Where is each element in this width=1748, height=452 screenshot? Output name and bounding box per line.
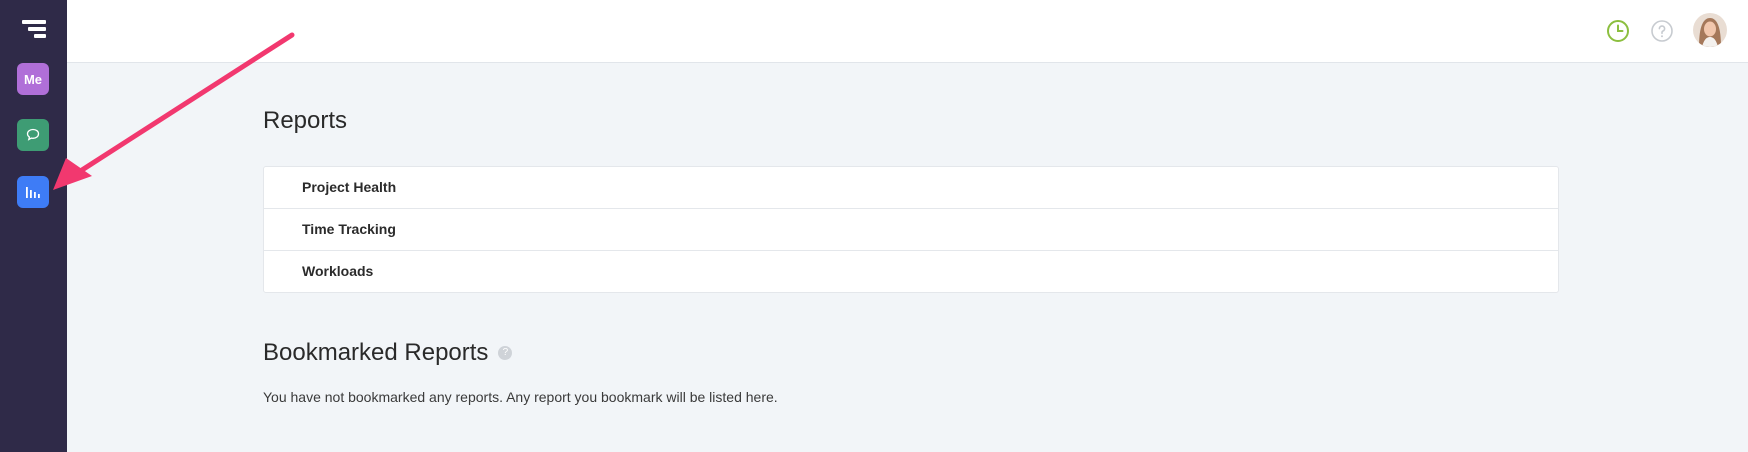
sidebar: Me [0,0,67,452]
chat-icon [26,128,40,141]
me-label: Me [23,71,43,87]
sidebar-item-reports[interactable] [17,176,49,208]
help-icon[interactable] [1649,18,1675,44]
bookmarked-title: Bookmarked Reports [263,339,489,366]
report-item-time-tracking[interactable]: Time Tracking [264,209,1558,251]
top-bar [67,0,1748,63]
main-content: Reports Project Health Time Tracking Wor… [263,62,1559,405]
bookmarked-header: Bookmarked Reports ? [263,337,1559,369]
bookmarked-empty-text: You have not bookmarked any reports. Any… [263,389,778,405]
bar-chart-icon [26,187,40,198]
clock-icon[interactable] [1605,18,1631,44]
report-item-project-health[interactable]: Project Health [264,167,1558,209]
sidebar-item-me[interactable]: Me [17,63,49,95]
page-title: Reports [263,107,348,134]
report-list: Project Health Time Tracking Workloads [263,166,1559,293]
user-avatar[interactable] [1693,13,1727,47]
bookmarked-help-icon[interactable]: ? [498,346,513,360]
report-item-workloads[interactable]: Workloads [264,251,1558,292]
sidebar-item-chat[interactable] [17,119,49,151]
app-logo-icon[interactable] [22,20,46,38]
avatar-image [1693,13,1727,47]
